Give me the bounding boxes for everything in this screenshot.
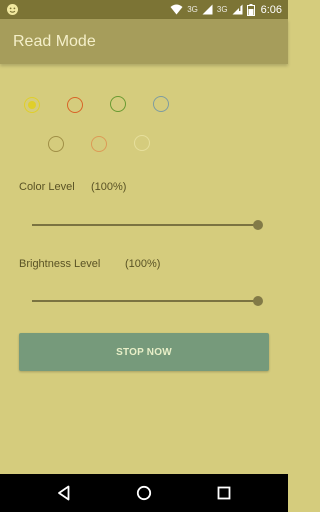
home-icon[interactable]: [134, 483, 154, 503]
color-swatch-yellow[interactable]: [24, 97, 40, 113]
color-level-thumb[interactable]: [253, 220, 263, 230]
brightness-level-value: (100%): [125, 258, 161, 270]
brightness-level-track: [32, 300, 258, 302]
color-level-label: Color Level: [19, 181, 75, 193]
color-swatch-pale-yellow[interactable]: [134, 135, 150, 151]
status-bar: 3G 3G 6:06: [0, 0, 288, 19]
brightness-level-slider[interactable]: [32, 295, 263, 307]
color-swatch-olive[interactable]: [48, 136, 64, 152]
navigation-bar: [0, 474, 288, 512]
color-level-track: [32, 224, 258, 226]
color-swatch-blue[interactable]: [153, 96, 169, 112]
selected-indicator-icon: [27, 100, 36, 109]
back-icon[interactable]: [54, 483, 74, 503]
cellular-icon-2: [232, 4, 243, 15]
page-title: Read Mode: [13, 33, 96, 50]
color-level-value: (100%): [91, 181, 127, 193]
color-swatch-red[interactable]: [67, 97, 83, 113]
network-type-label-2: 3G: [216, 5, 228, 14]
cellular-icon: [202, 4, 213, 15]
app-bar: Read Mode: [0, 19, 288, 64]
color-swatch-green[interactable]: [110, 96, 126, 112]
brightness-level-label: Brightness Level: [19, 258, 101, 270]
stop-now-button[interactable]: STOP NOW: [19, 333, 269, 371]
recent-apps-icon[interactable]: [214, 483, 234, 503]
wifi-icon: [170, 4, 183, 15]
color-swatch-orange[interactable]: [91, 136, 107, 152]
clock-time: 6:06: [260, 3, 282, 16]
color-level-slider[interactable]: [32, 219, 263, 231]
brightness-level-thumb[interactable]: [253, 296, 263, 306]
battery-icon: [246, 3, 255, 16]
network-type-label: 3G: [187, 5, 198, 14]
notification-icon: [7, 4, 18, 15]
